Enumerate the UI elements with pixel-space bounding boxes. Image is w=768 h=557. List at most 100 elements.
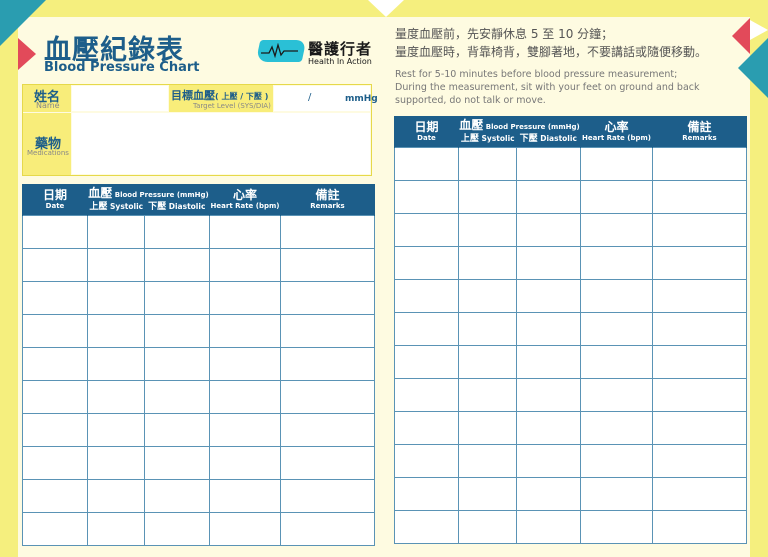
remarks-cell[interactable] bbox=[652, 444, 747, 478]
systolic-cell[interactable] bbox=[458, 279, 517, 313]
systolic-cell[interactable] bbox=[458, 510, 517, 544]
diastolic-cell[interactable] bbox=[144, 512, 210, 546]
heart-rate-cell[interactable] bbox=[580, 213, 653, 247]
heart-rate-cell[interactable] bbox=[580, 279, 653, 313]
diastolic-cell[interactable] bbox=[144, 281, 210, 315]
systolic-cell[interactable] bbox=[458, 345, 517, 379]
date-cell[interactable] bbox=[22, 215, 88, 249]
systolic-cell[interactable] bbox=[87, 248, 145, 282]
systolic-cell[interactable] bbox=[458, 147, 517, 181]
date-cell[interactable] bbox=[394, 213, 459, 247]
systolic-cell[interactable] bbox=[87, 380, 145, 414]
date-cell[interactable] bbox=[394, 378, 459, 412]
date-cell[interactable] bbox=[394, 411, 459, 445]
remarks-cell[interactable] bbox=[652, 180, 747, 214]
systolic-cell[interactable] bbox=[458, 477, 517, 511]
systolic-cell[interactable] bbox=[458, 246, 517, 280]
remarks-cell[interactable] bbox=[652, 246, 747, 280]
date-cell[interactable] bbox=[394, 444, 459, 478]
systolic-cell[interactable] bbox=[87, 446, 145, 480]
date-cell[interactable] bbox=[22, 512, 88, 546]
heart-rate-cell[interactable] bbox=[209, 215, 281, 249]
remarks-cell[interactable] bbox=[652, 345, 747, 379]
remarks-cell[interactable] bbox=[280, 281, 375, 315]
systolic-cell[interactable] bbox=[87, 281, 145, 315]
diastolic-cell[interactable] bbox=[516, 312, 581, 346]
remarks-cell[interactable] bbox=[280, 512, 375, 546]
remarks-cell[interactable] bbox=[280, 215, 375, 249]
systolic-cell[interactable] bbox=[458, 180, 517, 214]
remarks-cell[interactable] bbox=[652, 378, 747, 412]
heart-rate-cell[interactable] bbox=[209, 314, 281, 348]
remarks-cell[interactable] bbox=[652, 477, 747, 511]
systolic-cell[interactable] bbox=[87, 347, 145, 381]
diastolic-cell[interactable] bbox=[516, 477, 581, 511]
remarks-cell[interactable] bbox=[652, 279, 747, 313]
diastolic-cell[interactable] bbox=[516, 279, 581, 313]
heart-rate-cell[interactable] bbox=[580, 147, 653, 181]
diastolic-cell[interactable] bbox=[516, 444, 581, 478]
diastolic-cell[interactable] bbox=[516, 213, 581, 247]
heart-rate-cell[interactable] bbox=[209, 479, 281, 513]
date-cell[interactable] bbox=[394, 180, 459, 214]
diastolic-cell[interactable] bbox=[144, 446, 210, 480]
date-cell[interactable] bbox=[394, 147, 459, 181]
systolic-cell[interactable] bbox=[87, 479, 145, 513]
diastolic-cell[interactable] bbox=[144, 314, 210, 348]
date-cell[interactable] bbox=[22, 479, 88, 513]
diastolic-cell[interactable] bbox=[516, 147, 581, 181]
diastolic-cell[interactable] bbox=[144, 380, 210, 414]
diastolic-cell[interactable] bbox=[516, 246, 581, 280]
date-cell[interactable] bbox=[22, 446, 88, 480]
diastolic-cell[interactable] bbox=[144, 347, 210, 381]
date-cell[interactable] bbox=[394, 477, 459, 511]
remarks-cell[interactable] bbox=[652, 510, 747, 544]
systolic-cell[interactable] bbox=[458, 213, 517, 247]
heart-rate-cell[interactable] bbox=[209, 512, 281, 546]
name-field[interactable] bbox=[72, 86, 168, 111]
diastolic-cell[interactable] bbox=[516, 411, 581, 445]
heart-rate-cell[interactable] bbox=[580, 477, 653, 511]
date-cell[interactable] bbox=[394, 510, 459, 544]
diastolic-cell[interactable] bbox=[144, 215, 210, 249]
systolic-cell[interactable] bbox=[87, 512, 145, 546]
diastolic-cell[interactable] bbox=[144, 413, 210, 447]
diastolic-cell[interactable] bbox=[516, 180, 581, 214]
date-cell[interactable] bbox=[394, 246, 459, 280]
diastolic-cell[interactable] bbox=[144, 479, 210, 513]
remarks-cell[interactable] bbox=[652, 312, 747, 346]
remarks-cell[interactable] bbox=[280, 248, 375, 282]
meds-field[interactable] bbox=[72, 113, 370, 174]
date-cell[interactable] bbox=[394, 345, 459, 379]
heart-rate-cell[interactable] bbox=[580, 411, 653, 445]
heart-rate-cell[interactable] bbox=[580, 510, 653, 544]
remarks-cell[interactable] bbox=[280, 479, 375, 513]
date-cell[interactable] bbox=[394, 279, 459, 313]
heart-rate-cell[interactable] bbox=[209, 413, 281, 447]
heart-rate-cell[interactable] bbox=[580, 378, 653, 412]
date-cell[interactable] bbox=[394, 312, 459, 346]
remarks-cell[interactable] bbox=[652, 213, 747, 247]
remarks-cell[interactable] bbox=[652, 147, 747, 181]
date-cell[interactable] bbox=[22, 314, 88, 348]
heart-rate-cell[interactable] bbox=[580, 444, 653, 478]
systolic-cell[interactable] bbox=[458, 312, 517, 346]
systolic-cell[interactable] bbox=[87, 413, 145, 447]
heart-rate-cell[interactable] bbox=[209, 248, 281, 282]
systolic-cell[interactable] bbox=[87, 215, 145, 249]
heart-rate-cell[interactable] bbox=[580, 345, 653, 379]
diastolic-cell[interactable] bbox=[516, 345, 581, 379]
diastolic-cell[interactable] bbox=[516, 510, 581, 544]
heart-rate-cell[interactable] bbox=[580, 246, 653, 280]
systolic-cell[interactable] bbox=[458, 444, 517, 478]
remarks-cell[interactable] bbox=[652, 411, 747, 445]
date-cell[interactable] bbox=[22, 248, 88, 282]
diastolic-cell[interactable] bbox=[516, 378, 581, 412]
date-cell[interactable] bbox=[22, 380, 88, 414]
systolic-cell[interactable] bbox=[87, 314, 145, 348]
heart-rate-cell[interactable] bbox=[209, 380, 281, 414]
remarks-cell[interactable] bbox=[280, 314, 375, 348]
heart-rate-cell[interactable] bbox=[209, 347, 281, 381]
remarks-cell[interactable] bbox=[280, 380, 375, 414]
heart-rate-cell[interactable] bbox=[580, 180, 653, 214]
